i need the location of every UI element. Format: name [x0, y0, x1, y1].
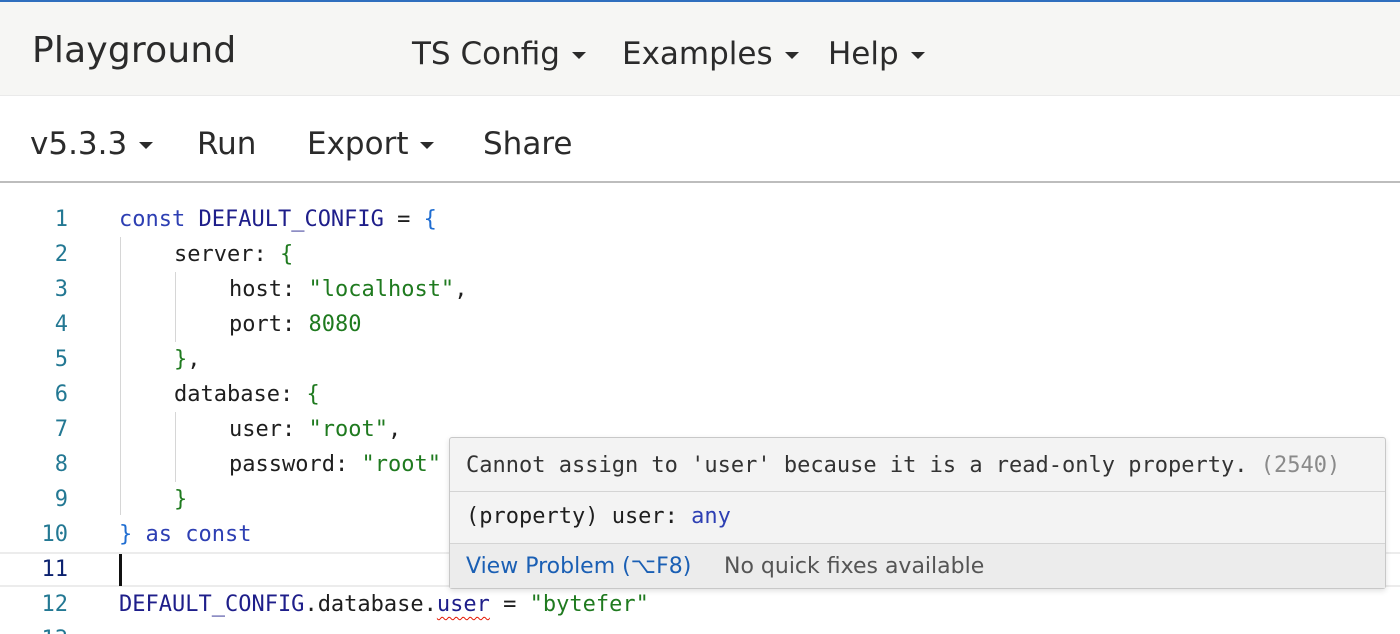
- code-text: },: [174, 347, 201, 372]
- chevron-down-icon: [910, 52, 925, 59]
- error-code: (2540): [1260, 453, 1341, 478]
- line-number: 13: [0, 627, 69, 634]
- code-line: 1 const DEFAULT_CONFIG = {: [0, 202, 1400, 237]
- no-quick-fixes-label: No quick fixes available: [724, 554, 985, 579]
- nav-examples[interactable]: Examples: [622, 36, 799, 72]
- line-number: 6: [54, 382, 68, 407]
- share-button[interactable]: Share: [483, 126, 572, 162]
- export-menu[interactable]: Export: [307, 126, 435, 162]
- nav-examples-label: Examples: [622, 36, 773, 72]
- line-number: 4: [54, 312, 68, 337]
- toolbar: v5.3.3 Run Export Share: [0, 96, 1400, 183]
- code-line: 6 database: {: [0, 377, 1400, 412]
- hover-status-bar: View Problem (⌥F8) No quick fixes availa…: [450, 544, 1385, 588]
- line-number: 10: [41, 522, 69, 547]
- code-line: 4 port: 8080: [0, 307, 1400, 342]
- line-number: 8: [54, 452, 68, 477]
- code-line: 12 DEFAULT_CONFIG.database.user = "bytef…: [0, 587, 1400, 622]
- error-hover-widget: Cannot assign to 'user' because it is a …: [449, 437, 1386, 589]
- line-number: 7: [54, 417, 68, 442]
- chevron-down-icon: [571, 52, 586, 59]
- code-line: 13: [0, 622, 1400, 634]
- run-button[interactable]: Run: [197, 126, 256, 162]
- line-number: 5: [54, 347, 68, 372]
- chevron-down-icon: [139, 142, 154, 149]
- code-text: }: [174, 487, 188, 512]
- line-number: 2: [54, 242, 68, 267]
- nav-ts-config-label: TS Config: [412, 36, 560, 72]
- divider: [450, 491, 1385, 492]
- version-label: v5.3.3: [30, 126, 128, 162]
- navbar: Playground TS Config Examples Help: [0, 2, 1400, 96]
- nav-help[interactable]: Help: [828, 36, 925, 72]
- code-text: const DEFAULT_CONFIG = {: [119, 207, 437, 232]
- code-text: } as const: [119, 522, 252, 547]
- nav-help-label: Help: [828, 36, 899, 72]
- line-number: 9: [54, 487, 68, 512]
- chevron-down-icon: [784, 52, 799, 59]
- code-line: 5 },: [0, 342, 1400, 377]
- view-problem-link[interactable]: View Problem (⌥F8): [466, 554, 691, 579]
- error-message: Cannot assign to 'user' because it is a …: [466, 453, 1341, 478]
- brand-title[interactable]: Playground: [32, 30, 236, 71]
- error-squiggle: user: [436, 592, 490, 617]
- line-number: 11: [41, 557, 69, 582]
- code-line: 3 host: "localhost",: [0, 272, 1400, 307]
- code-text: database: {: [174, 382, 320, 407]
- code-text: DEFAULT_CONFIG.database.user = "bytefer": [119, 592, 649, 617]
- line-number: 1: [54, 207, 68, 232]
- line-number: 3: [54, 277, 68, 302]
- code-text: user: "root",: [229, 417, 402, 442]
- type-signature: (property) user: any: [466, 504, 731, 529]
- code-line: 2 server: {: [0, 237, 1400, 272]
- version-select[interactable]: v5.3.3: [30, 126, 154, 162]
- line-number: 12: [41, 592, 69, 617]
- nav-ts-config[interactable]: TS Config: [412, 36, 586, 72]
- code-text: host: "localhost",: [229, 277, 468, 302]
- code-text: server: {: [174, 242, 294, 267]
- export-label: Export: [307, 126, 409, 162]
- text-cursor: [119, 554, 122, 586]
- chevron-down-icon: [420, 142, 435, 149]
- code-text: port: 8080: [229, 312, 362, 337]
- code-text: password: "root": [229, 452, 441, 477]
